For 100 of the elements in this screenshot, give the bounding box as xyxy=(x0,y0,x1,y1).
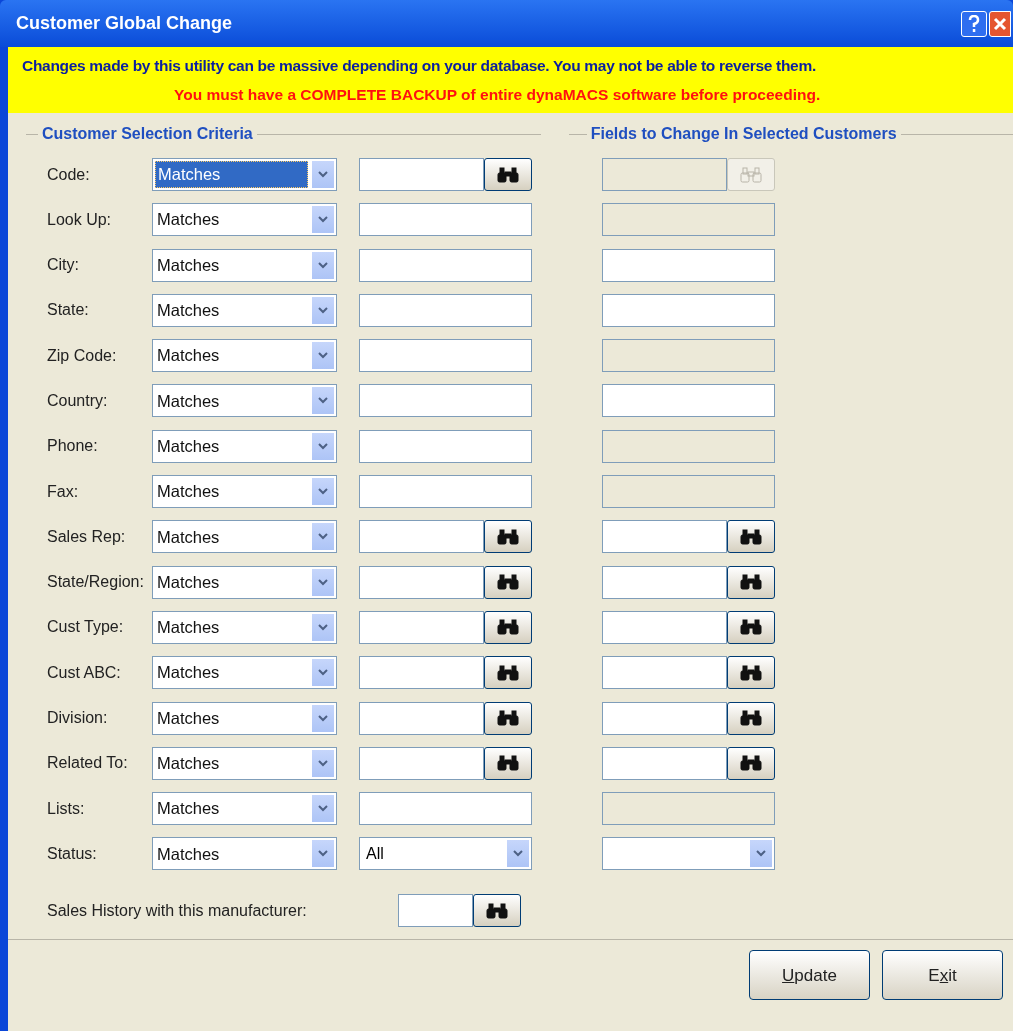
binoculars-icon xyxy=(497,755,519,772)
dropdown[interactable] xyxy=(602,837,775,871)
operator-dropdown[interactable]: Matches xyxy=(152,384,337,418)
text-field[interactable] xyxy=(359,293,532,327)
lookup-button[interactable] xyxy=(484,610,532,644)
text-field[interactable] xyxy=(602,656,727,690)
text-field[interactable] xyxy=(359,656,484,690)
binoculars-icon xyxy=(497,528,519,545)
binoculars-icon xyxy=(740,664,762,681)
lookup-button[interactable] xyxy=(727,610,775,644)
operator-value: Matches xyxy=(156,753,221,774)
binoculars-icon xyxy=(740,710,762,727)
operator-value: Matches xyxy=(156,345,221,367)
text-field[interactable] xyxy=(602,610,727,644)
operator-dropdown[interactable]: Matches xyxy=(152,520,337,554)
lookup-button[interactable] xyxy=(727,746,775,780)
text-field[interactable] xyxy=(359,158,484,191)
chevron-down-icon xyxy=(513,850,523,858)
operator-value: Matches xyxy=(156,209,221,231)
warning-text: Changes made by this utility can be massive depending on your database. You may not be able to reverse them. xyxy=(22,55,817,76)
dropdown[interactable]: All xyxy=(359,837,532,871)
operator-dropdown[interactable]: Matches xyxy=(152,792,337,826)
chevron-down-icon xyxy=(318,850,328,858)
operator-dropdown[interactable]: Matches xyxy=(152,158,337,191)
backup-warning-text: You must have a COMPLETE BACKUP of entire dynaMACS software before proceeding. xyxy=(173,85,822,105)
text-field[interactable] xyxy=(602,293,775,327)
text-field[interactable] xyxy=(359,746,484,780)
operator-dropdown[interactable]: Matches xyxy=(152,475,337,509)
operator-value: Matches xyxy=(156,843,221,865)
section-title: Fields to Change In Selected Customers xyxy=(589,124,898,144)
lookup-button[interactable] xyxy=(727,656,775,690)
text-field[interactable] xyxy=(398,894,473,928)
operator-dropdown[interactable]: Matches xyxy=(152,656,337,690)
field-label: Code: xyxy=(46,164,91,185)
binoculars-icon xyxy=(497,574,519,591)
operator-dropdown[interactable]: Matches xyxy=(152,203,337,237)
operator-dropdown[interactable]: Matches xyxy=(152,837,337,871)
lookup-button[interactable] xyxy=(727,701,775,735)
text-field[interactable] xyxy=(602,248,775,282)
text-field[interactable] xyxy=(359,701,484,735)
chevron-down-icon xyxy=(318,669,328,677)
field-label: Look Up: xyxy=(46,209,113,230)
chevron-down-icon xyxy=(318,714,328,722)
lookup-button[interactable] xyxy=(484,746,532,780)
chevron-down-icon xyxy=(318,352,328,360)
operator-dropdown[interactable]: Matches xyxy=(152,248,337,282)
binoculars-icon xyxy=(740,755,762,772)
chevron-down-icon xyxy=(756,850,766,858)
text-field[interactable] xyxy=(359,248,532,282)
operator-dropdown[interactable]: Matches xyxy=(152,565,337,599)
field-label: Related To: xyxy=(46,753,129,774)
operator-dropdown[interactable]: Matches xyxy=(152,429,337,463)
lookup-button[interactable] xyxy=(473,894,521,928)
text-field[interactable] xyxy=(359,565,484,599)
lookup-button[interactable] xyxy=(484,565,532,599)
text-field[interactable] xyxy=(602,746,727,780)
operator-value: Matches xyxy=(156,798,221,820)
lookup-button[interactable] xyxy=(484,656,532,690)
operator-value: Matches xyxy=(156,662,221,684)
lookup-button[interactable] xyxy=(727,520,775,554)
binoculars-icon xyxy=(486,902,508,919)
text-field[interactable] xyxy=(359,610,484,644)
chevron-down-icon xyxy=(318,759,328,767)
text-field[interactable] xyxy=(359,792,532,826)
chevron-down-icon xyxy=(318,171,328,178)
chevron-down-icon xyxy=(318,805,328,813)
chevron-down-icon xyxy=(318,216,328,224)
text-field[interactable] xyxy=(602,701,727,735)
operator-value: Matches xyxy=(156,707,221,729)
text-field[interactable] xyxy=(602,520,727,554)
text-field[interactable] xyxy=(359,520,484,554)
operator-value: Matches xyxy=(155,161,308,188)
text-field[interactable] xyxy=(602,565,727,599)
chevron-down-icon xyxy=(318,261,328,269)
close-button[interactable] xyxy=(989,10,1011,37)
operator-dropdown[interactable]: Matches xyxy=(152,701,337,735)
dialog-button[interactable]: Update xyxy=(749,950,870,1001)
text-field[interactable] xyxy=(359,429,532,463)
lookup-button[interactable] xyxy=(484,158,532,191)
lookup-button[interactable] xyxy=(484,701,532,735)
text-field[interactable] xyxy=(359,475,532,509)
operator-dropdown[interactable]: Matches xyxy=(152,610,337,644)
text-field[interactable] xyxy=(359,203,532,237)
chevron-down-icon xyxy=(318,442,328,450)
lookup-button[interactable] xyxy=(727,565,775,599)
text-field[interactable] xyxy=(602,384,775,418)
section-title: Customer Selection Criteria xyxy=(41,124,254,144)
operator-value: Matches xyxy=(156,254,221,276)
binoculars-icon xyxy=(497,619,519,636)
operator-dropdown[interactable]: Matches xyxy=(152,746,337,780)
operator-dropdown[interactable]: Matches xyxy=(152,293,337,327)
text-field[interactable] xyxy=(359,384,532,418)
field-label: Zip Code: xyxy=(46,345,118,366)
help-button[interactable] xyxy=(961,10,987,37)
dialog-button[interactable]: Exit xyxy=(882,950,1003,1001)
window-title: Customer Global Change xyxy=(16,12,234,35)
operator-dropdown[interactable]: Matches xyxy=(152,339,337,373)
text-field[interactable] xyxy=(359,339,532,373)
lookup-button[interactable] xyxy=(484,520,532,554)
field-label: Sales Rep: xyxy=(46,526,127,547)
